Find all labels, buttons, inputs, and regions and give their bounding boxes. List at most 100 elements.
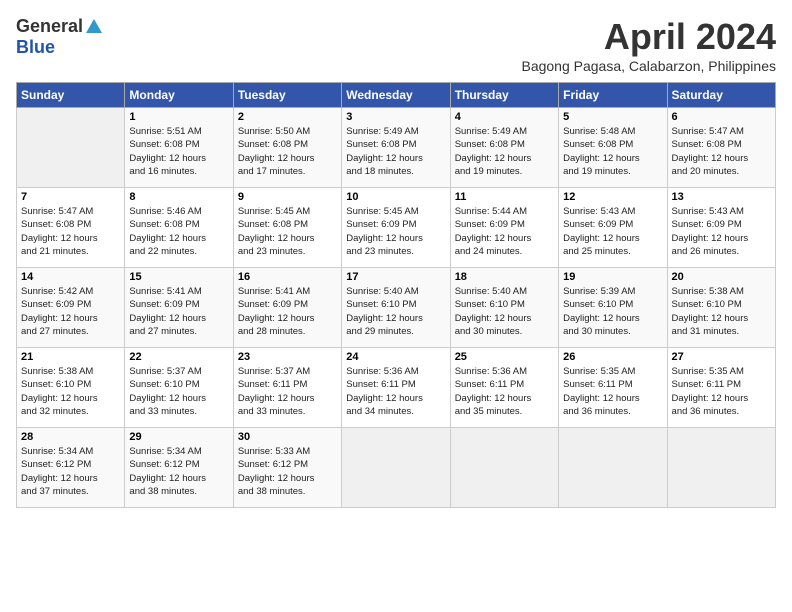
day-info: Sunrise: 5:38 AM Sunset: 6:10 PM Dayligh… xyxy=(672,285,771,338)
day-number: 25 xyxy=(455,351,554,363)
day-info: Sunrise: 5:43 AM Sunset: 6:09 PM Dayligh… xyxy=(672,205,771,258)
calendar-cell: 3Sunrise: 5:49 AM Sunset: 6:08 PM Daylig… xyxy=(342,108,450,188)
day-info: Sunrise: 5:36 AM Sunset: 6:11 PM Dayligh… xyxy=(455,365,554,418)
calendar-cell: 28 Sunrise: 5:34 AM Sunset: 6:12 PM Dayli… xyxy=(17,428,125,508)
calendar-cell: 29Sunrise: 5:34 AM Sunset: 6:12 PM Dayli… xyxy=(125,428,233,508)
header-wednesday: Wednesday xyxy=(342,83,450,108)
day-number: 30 xyxy=(238,431,337,443)
day-number: 8 xyxy=(129,191,228,203)
day-number: 7 xyxy=(21,191,120,203)
day-info: Sunrise: 5:38 AM Sunset: 6:10 PM Dayligh… xyxy=(21,365,120,418)
calendar-cell: 10 Sunrise: 5:45 AM Sunset: 6:09 PM Dayli… xyxy=(342,188,450,268)
calendar-cell: 12 Sunrise: 5:43 AM Sunset: 6:09 PM Dayli… xyxy=(559,188,667,268)
calendar-cell: 21 Sunrise: 5:38 AM Sunset: 6:10 PM Dayli… xyxy=(17,348,125,428)
calendar-cell: 16 Sunrise: 5:41 AM Sunset: 6:09 PM Dayli… xyxy=(233,268,341,348)
calendar-cell: 19 Sunrise: 5:39 AM Sunset: 6:10 PM Dayli… xyxy=(559,268,667,348)
header-tuesday: Tuesday xyxy=(233,83,341,108)
calendar-cell: 17 Sunrise: 5:40 AM Sunset: 6:10 PM Dayli… xyxy=(342,268,450,348)
day-info: Sunrise: 5:37 AM Sunset: 6:11 PM Dayligh… xyxy=(238,365,337,418)
title-area: April 2024 Bagong Pagasa, Calabarzon, Ph… xyxy=(521,16,776,74)
day-number: 6 xyxy=(672,111,771,123)
day-info: Sunrise: 5:39 AM Sunset: 6:10 PM Dayligh… xyxy=(563,285,662,338)
day-number: 13 xyxy=(672,191,771,203)
calendar-cell: 2Sunrise: 5:50 AM Sunset: 6:08 PM Daylig… xyxy=(233,108,341,188)
logo-blue: Blue xyxy=(16,37,55,58)
day-info: Sunrise: 5:47 AM Sunset: 6:08 PM Dayligh… xyxy=(672,125,771,178)
day-number: 3 xyxy=(346,111,445,123)
day-info: Sunrise: 5:40 AM Sunset: 6:10 PM Dayligh… xyxy=(346,285,445,338)
calendar-cell: 18 Sunrise: 5:40 AM Sunset: 6:10 PM Dayli… xyxy=(450,268,558,348)
day-info: Sunrise: 5:45 AM Sunset: 6:09 PM Dayligh… xyxy=(346,205,445,258)
day-number: 11 xyxy=(455,191,554,203)
week-row-5: 28 Sunrise: 5:34 AM Sunset: 6:12 PM Dayli… xyxy=(17,428,776,508)
calendar-cell: 5Sunrise: 5:48 AM Sunset: 6:08 PM Daylig… xyxy=(559,108,667,188)
calendar-title: April 2024 xyxy=(521,16,776,58)
week-row-1: 1 Sunrise: 5:51 AM Sunset: 6:08 PM Daylig… xyxy=(17,108,776,188)
header-thursday: Thursday xyxy=(450,83,558,108)
day-number: 26 xyxy=(563,351,662,363)
day-number: 27 xyxy=(672,351,771,363)
header-monday: Monday xyxy=(125,83,233,108)
calendar-cell: 26Sunrise: 5:35 AM Sunset: 6:11 PM Dayli… xyxy=(559,348,667,428)
day-number: 19 xyxy=(563,271,662,283)
logo-triangle-icon xyxy=(85,17,103,35)
calendar-cell xyxy=(559,428,667,508)
calendar-cell: 4Sunrise: 5:49 AM Sunset: 6:08 PM Daylig… xyxy=(450,108,558,188)
calendar-cell xyxy=(667,428,775,508)
day-info: Sunrise: 5:45 AM Sunset: 6:08 PM Dayligh… xyxy=(238,205,337,258)
day-info: Sunrise: 5:33 AM Sunset: 6:12 PM Dayligh… xyxy=(238,445,337,498)
day-info: Sunrise: 5:46 AM Sunset: 6:08 PM Dayligh… xyxy=(129,205,228,258)
calendar-cell xyxy=(450,428,558,508)
calendar-cell xyxy=(17,108,125,188)
day-number: 23 xyxy=(238,351,337,363)
calendar-cell: 13 Sunrise: 5:43 AM Sunset: 6:09 PM Dayli… xyxy=(667,188,775,268)
week-row-3: 14Sunrise: 5:42 AM Sunset: 6:09 PM Dayli… xyxy=(17,268,776,348)
day-number: 22 xyxy=(129,351,228,363)
day-info: Sunrise: 5:47 AM Sunset: 6:08 PM Dayligh… xyxy=(21,205,120,258)
day-number: 14 xyxy=(21,271,120,283)
day-info: Sunrise: 5:40 AM Sunset: 6:10 PM Dayligh… xyxy=(455,285,554,338)
day-info: Sunrise: 5:49 AM Sunset: 6:08 PM Dayligh… xyxy=(455,125,554,178)
calendar-cell: 15Sunrise: 5:41 AM Sunset: 6:09 PM Dayli… xyxy=(125,268,233,348)
day-number: 10 xyxy=(346,191,445,203)
header-friday: Friday xyxy=(559,83,667,108)
day-number: 16 xyxy=(238,271,337,283)
calendar-header: SundayMondayTuesdayWednesdayThursdayFrid… xyxy=(17,83,776,108)
day-info: Sunrise: 5:37 AM Sunset: 6:10 PM Dayligh… xyxy=(129,365,228,418)
day-number: 18 xyxy=(455,271,554,283)
day-info: Sunrise: 5:34 AM Sunset: 6:12 PM Dayligh… xyxy=(129,445,228,498)
day-info: Sunrise: 5:34 AM Sunset: 6:12 PM Dayligh… xyxy=(21,445,120,498)
day-number: 1 xyxy=(129,111,228,123)
day-info: Sunrise: 5:35 AM Sunset: 6:11 PM Dayligh… xyxy=(672,365,771,418)
calendar-cell: 23 Sunrise: 5:37 AM Sunset: 6:11 PM Dayli… xyxy=(233,348,341,428)
calendar-cell xyxy=(342,428,450,508)
day-number: 2 xyxy=(238,111,337,123)
day-number: 21 xyxy=(21,351,120,363)
week-row-2: 7 Sunrise: 5:47 AM Sunset: 6:08 PM Daylig… xyxy=(17,188,776,268)
day-info: Sunrise: 5:44 AM Sunset: 6:09 PM Dayligh… xyxy=(455,205,554,258)
day-number: 20 xyxy=(672,271,771,283)
day-number: 17 xyxy=(346,271,445,283)
calendar-cell: 25 Sunrise: 5:36 AM Sunset: 6:11 PM Dayli… xyxy=(450,348,558,428)
day-number: 5 xyxy=(563,111,662,123)
calendar-cell: 9 Sunrise: 5:45 AM Sunset: 6:08 PM Daylig… xyxy=(233,188,341,268)
calendar-cell: 27 Sunrise: 5:35 AM Sunset: 6:11 PM Dayli… xyxy=(667,348,775,428)
calendar-cell: 1 Sunrise: 5:51 AM Sunset: 6:08 PM Daylig… xyxy=(125,108,233,188)
day-number: 28 xyxy=(21,431,120,443)
calendar-cell: 24Sunrise: 5:36 AM Sunset: 6:11 PM Dayli… xyxy=(342,348,450,428)
calendar-cell: 7 Sunrise: 5:47 AM Sunset: 6:08 PM Daylig… xyxy=(17,188,125,268)
calendar-subtitle: Bagong Pagasa, Calabarzon, Philippines xyxy=(521,58,776,74)
logo-general: General xyxy=(16,16,83,37)
day-info: Sunrise: 5:41 AM Sunset: 6:09 PM Dayligh… xyxy=(129,285,228,338)
calendar-cell: 6 Sunrise: 5:47 AM Sunset: 6:08 PM Daylig… xyxy=(667,108,775,188)
day-info: Sunrise: 5:43 AM Sunset: 6:09 PM Dayligh… xyxy=(563,205,662,258)
day-info: Sunrise: 5:51 AM Sunset: 6:08 PM Dayligh… xyxy=(129,125,228,178)
day-number: 9 xyxy=(238,191,337,203)
day-info: Sunrise: 5:41 AM Sunset: 6:09 PM Dayligh… xyxy=(238,285,337,338)
calendar-cell: 14Sunrise: 5:42 AM Sunset: 6:09 PM Dayli… xyxy=(17,268,125,348)
calendar-cell: 20 Sunrise: 5:38 AM Sunset: 6:10 PM Dayli… xyxy=(667,268,775,348)
calendar-table: SundayMondayTuesdayWednesdayThursdayFrid… xyxy=(16,82,776,508)
header: General Blue April 2024 Bagong Pagasa, C… xyxy=(16,16,776,74)
logo: General Blue xyxy=(16,16,103,58)
day-number: 12 xyxy=(563,191,662,203)
